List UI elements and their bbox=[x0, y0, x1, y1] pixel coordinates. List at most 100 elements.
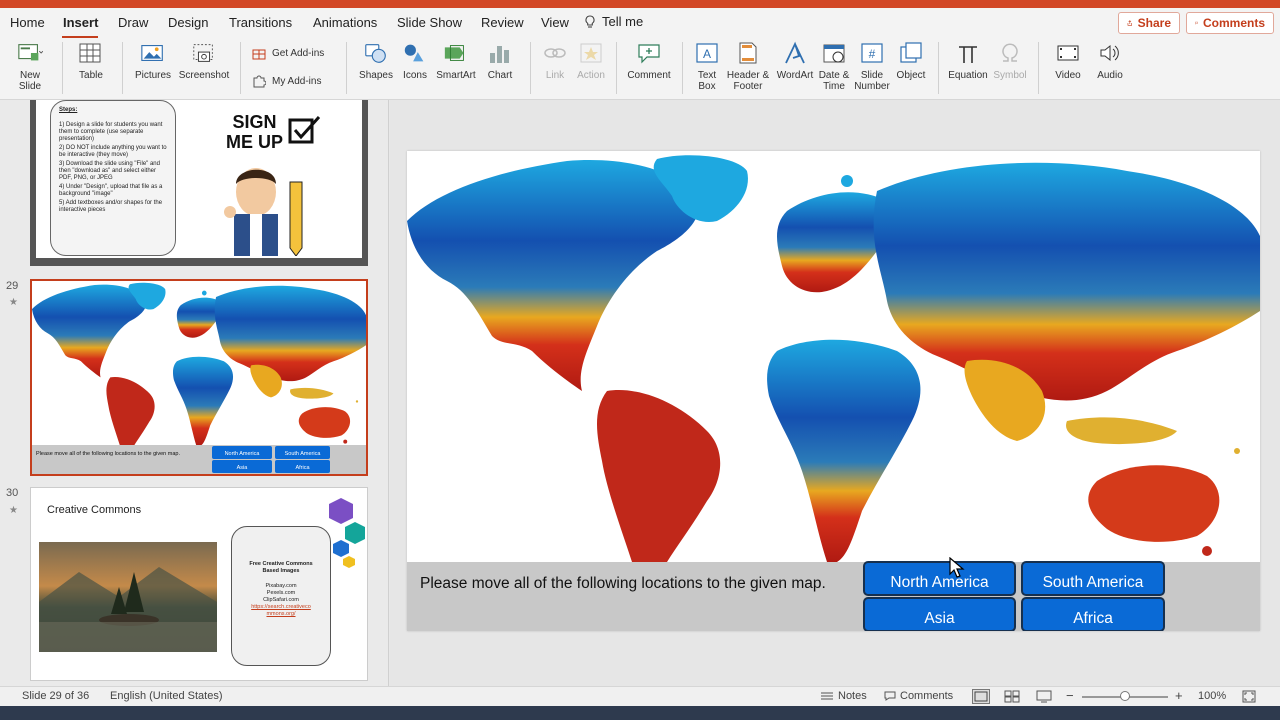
thumb-location-button: North America bbox=[212, 446, 272, 459]
ribbon-separator bbox=[616, 42, 617, 94]
chart-button[interactable]: Chart bbox=[482, 40, 518, 81]
tab-transitions[interactable]: Transitions bbox=[229, 15, 292, 30]
text-box-button[interactable]: A Text Box bbox=[690, 40, 724, 92]
new-slide-button[interactable]: New Slide bbox=[8, 40, 52, 92]
tab-draw[interactable]: Draw bbox=[118, 15, 148, 30]
tab-insert[interactable]: Insert bbox=[63, 15, 98, 30]
comments-label: Comments bbox=[1202, 16, 1265, 30]
sign-text-2: ME UP bbox=[226, 132, 284, 152]
asia-button[interactable]: Asia bbox=[863, 597, 1016, 631]
my-addins-button[interactable]: My Add-ins bbox=[252, 74, 321, 88]
slide-thumbnail-28[interactable]: Steps: 1) Design a slide for students yo… bbox=[30, 100, 368, 266]
step-item: 3) Download the slide using "File" and t… bbox=[59, 161, 160, 181]
pictures-button[interactable]: Pictures bbox=[130, 40, 176, 81]
smartart-button[interactable]: SmartArt bbox=[432, 40, 480, 81]
world-map-image bbox=[407, 155, 1260, 562]
slide-thumbnail-29[interactable]: Please move all of the following locatio… bbox=[30, 279, 368, 476]
normal-view-icon[interactable] bbox=[972, 689, 990, 704]
action-button[interactable]: Action bbox=[572, 40, 610, 81]
comment-label: Comment bbox=[627, 70, 671, 81]
icons-icon bbox=[404, 44, 424, 62]
sign-text-1: SIGN bbox=[232, 112, 277, 132]
zoom-in-button[interactable]: + bbox=[1175, 688, 1183, 703]
tab-view[interactable]: View bbox=[541, 15, 569, 30]
table-icon bbox=[79, 43, 101, 63]
comment-bubble-icon bbox=[884, 691, 896, 701]
steps-box: Steps: 1) Design a slide for students yo… bbox=[50, 100, 176, 256]
cc-site: Pexels.com bbox=[266, 590, 296, 596]
equation-button[interactable]: Equation bbox=[946, 40, 990, 81]
south-america-label: South America bbox=[1042, 574, 1144, 591]
tab-review[interactable]: Review bbox=[481, 15, 524, 30]
wordart-icon bbox=[785, 41, 805, 64]
screenshot-icon bbox=[193, 44, 213, 62]
slide-sorter-icon[interactable] bbox=[1004, 690, 1020, 703]
my-addins-label: My Add-ins bbox=[272, 75, 322, 87]
comment-button[interactable]: Comment bbox=[624, 40, 674, 81]
smartart-label: SmartArt bbox=[436, 70, 476, 81]
current-slide[interactable]: Please move all of the following locatio… bbox=[407, 151, 1260, 631]
thumb-prompt: Please move all of the following locatio… bbox=[36, 451, 180, 457]
cc-site: ClipSafari.com bbox=[263, 597, 299, 603]
comment-bubble-icon bbox=[1195, 21, 1198, 25]
zoom-slider-thumb[interactable] bbox=[1120, 691, 1130, 701]
audio-button[interactable]: Audio bbox=[1090, 40, 1130, 81]
asia-label: Asia bbox=[924, 610, 955, 627]
symbol-label: Symbol bbox=[993, 70, 1027, 81]
notes-button[interactable]: Notes bbox=[820, 690, 867, 702]
date-time-button[interactable]: Date & Time bbox=[816, 40, 852, 92]
mouse-cursor-icon bbox=[949, 557, 965, 578]
slide-thumbnail-30[interactable]: Creative Commons Free Creative Commons B… bbox=[30, 487, 368, 681]
action-label: Action bbox=[577, 70, 605, 81]
insert-ribbon: New Slide Table Pictures Screenshot Get … bbox=[0, 38, 1280, 100]
wordart-button[interactable]: WordArt bbox=[772, 40, 818, 81]
share-button[interactable]: Share bbox=[1118, 12, 1180, 34]
status-comments-button[interactable]: Comments bbox=[884, 690, 953, 702]
slide-prompt-text: Please move all of the following locatio… bbox=[420, 575, 826, 592]
zoom-out-button[interactable]: − bbox=[1066, 688, 1074, 703]
date-time-label-1: Date & bbox=[818, 70, 850, 81]
header-footer-button[interactable]: Header & Footer bbox=[724, 40, 772, 92]
link-button[interactable]: Link bbox=[538, 40, 572, 81]
tab-animations[interactable]: Animations bbox=[313, 15, 377, 30]
fit-to-window-icon[interactable] bbox=[1242, 690, 1256, 703]
comments-button[interactable]: Comments bbox=[1186, 12, 1274, 34]
symbol-button[interactable]: Symbol bbox=[990, 40, 1030, 81]
get-addins-button[interactable]: Get Add-ins bbox=[252, 46, 324, 60]
tab-slide-show[interactable]: Slide Show bbox=[397, 15, 462, 30]
south-america-button[interactable]: South America bbox=[1021, 561, 1165, 596]
north-america-label: North America bbox=[890, 574, 989, 591]
tab-design[interactable]: Design bbox=[168, 15, 208, 30]
header-footer-label-2: Footer bbox=[733, 81, 763, 92]
speaker-icon bbox=[1100, 44, 1119, 62]
header-footer-icon bbox=[739, 42, 757, 64]
object-icon bbox=[900, 42, 922, 63]
table-button[interactable]: Table bbox=[70, 40, 112, 81]
svg-text:A: A bbox=[703, 47, 711, 61]
shapes-button[interactable]: Shapes bbox=[356, 40, 396, 81]
tell-me-box[interactable]: Tell me bbox=[584, 14, 643, 29]
africa-button[interactable]: Africa bbox=[1021, 597, 1165, 631]
slide-number-button[interactable]: # Slide Number bbox=[852, 40, 892, 92]
tab-home[interactable]: Home bbox=[10, 15, 45, 30]
ribbon-separator bbox=[938, 42, 939, 94]
cc-link-1: https://search.creativeco bbox=[251, 604, 311, 610]
text-box-icon: A bbox=[696, 43, 718, 63]
ribbon-separator bbox=[346, 42, 347, 94]
object-button[interactable]: Object bbox=[892, 40, 930, 81]
cc-box-title-2: Based Images bbox=[262, 568, 300, 574]
video-button[interactable]: Video bbox=[1048, 40, 1088, 81]
header-footer-label-1: Header & bbox=[726, 70, 770, 81]
steps-title: Steps: bbox=[59, 107, 78, 113]
new-slide-icon bbox=[18, 44, 43, 61]
landscape-trees-image bbox=[39, 567, 217, 652]
screenshot-button[interactable]: Screenshot bbox=[176, 40, 232, 81]
icons-button[interactable]: Icons bbox=[398, 40, 432, 81]
chart-label: Chart bbox=[487, 70, 513, 81]
zoom-level[interactable]: 100% bbox=[1198, 690, 1226, 702]
notes-icon bbox=[821, 692, 833, 700]
reading-view-icon[interactable] bbox=[1036, 690, 1052, 703]
language-text[interactable]: English (United States) bbox=[110, 690, 223, 702]
north-america-button[interactable]: North America bbox=[863, 561, 1016, 596]
smartart-icon bbox=[444, 45, 464, 61]
